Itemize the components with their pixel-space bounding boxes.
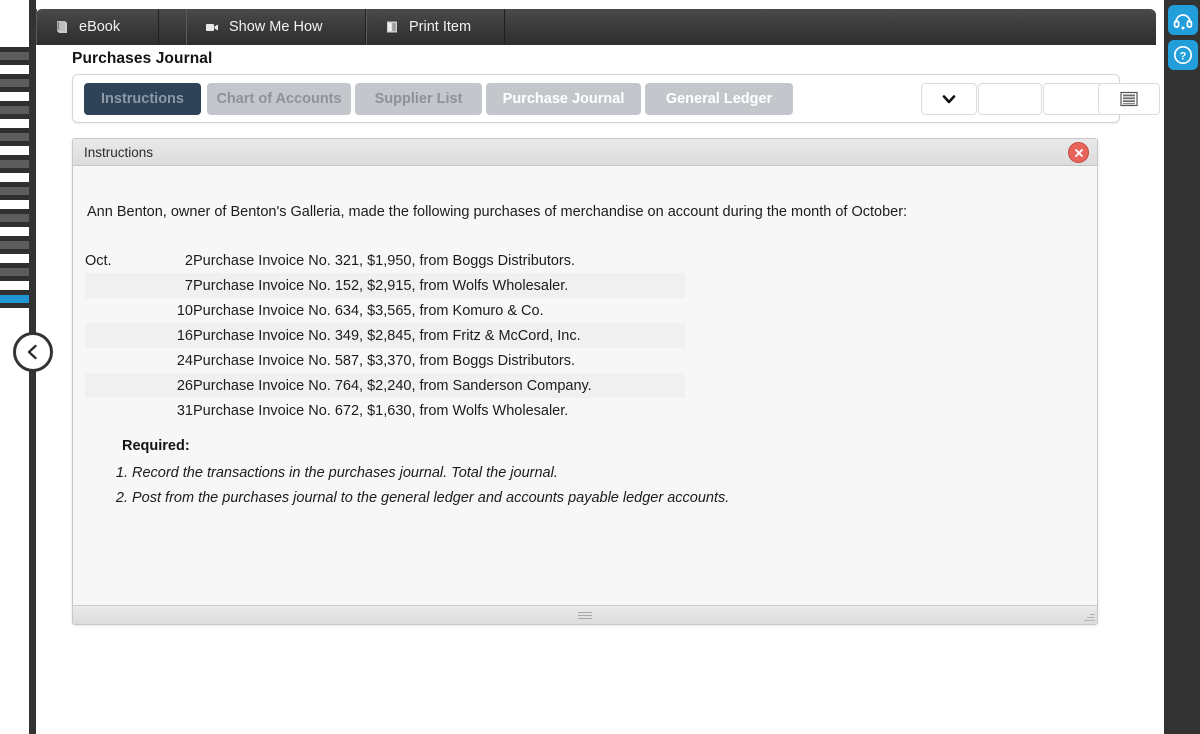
tab-purchase-journal[interactable]: Purchase Journal: [486, 83, 641, 115]
transaction-description: Purchase Invoice No. 634, $3,565, from K…: [193, 302, 544, 319]
video-camera-icon: [206, 24, 218, 31]
tab-label: Purchase Journal: [502, 91, 625, 107]
page-title: Purchases Journal: [72, 50, 213, 67]
sidebar-progress-segment[interactable]: [0, 236, 29, 254]
headset-icon: [1173, 14, 1193, 30]
sidebar-progress-segment[interactable]: [0, 182, 29, 200]
transaction-day: 7: [184, 277, 193, 294]
transaction-row: 7 Purchase Invoice No. 152, $2,915, from …: [85, 273, 685, 298]
tab-supplier-list[interactable]: Supplier List: [355, 83, 482, 115]
transaction-row: 10 Purchase Invoice No. 634, $3,565, from…: [85, 298, 685, 323]
book-icon: [57, 21, 67, 33]
printer-icon: [387, 21, 397, 33]
question-circle-icon: ?: [1173, 45, 1193, 65]
transaction-row: 16 Purchase Invoice No. 349, $2,845, from…: [85, 323, 685, 348]
transaction-day: 26: [176, 377, 193, 394]
sidebar-progress-segment[interactable]: [0, 209, 29, 227]
app-root: eBook Show Me How Print Item Purchases Jou…: [0, 0, 1200, 734]
transaction-month: [85, 398, 153, 423]
transaction-description: Purchase Invoice No. 587, $3,370, from B…: [193, 352, 576, 369]
transaction-day: 31: [176, 402, 193, 419]
tab-general-ledger[interactable]: General Ledger: [645, 83, 793, 115]
intro-paragraph: Ann Benton, owner of Benton's Galleria, …: [87, 204, 908, 220]
transaction-description: Purchase Invoice No. 764, $2,240, from S…: [193, 377, 592, 394]
toolbar-item-label: Print Item: [409, 19, 472, 35]
sidebar-progress-segment[interactable]: [0, 47, 29, 65]
instructions-panel: Instructions Ann Benton, owner of Benton…: [72, 138, 1098, 625]
toolbar-item-label: eBook: [79, 19, 121, 35]
transaction-row: 26 Purchase Invoice No. 764, $2,240, from…: [85, 373, 685, 398]
sidebar-progress-segment[interactable]: [0, 74, 29, 92]
tab-strip: Instructions Chart of Accounts Supplier Li…: [72, 74, 1160, 123]
transaction-month: Oct.: [85, 252, 112, 269]
panel-title: Instructions: [84, 144, 154, 160]
right-rail: ?: [1164, 0, 1200, 734]
blank-button-1[interactable]: [978, 83, 1042, 115]
transaction-row: 31 Purchase Invoice No. 672, $1,630, from…: [85, 398, 685, 423]
chevron-down-button[interactable]: [921, 83, 977, 115]
required-list: Record the transactions in the purchases…: [106, 461, 729, 511]
sidebar-progress-segment[interactable]: [0, 101, 29, 119]
top-toolbar: eBook Show Me How Print Item: [36, 9, 1156, 45]
transaction-day: 16: [176, 327, 193, 344]
sidebar-progress-segment[interactable]: [0, 155, 29, 173]
support-headset-button[interactable]: [1168, 5, 1198, 35]
panel-footer: [73, 605, 1097, 624]
panel-header: Instructions: [73, 139, 1097, 166]
tab-label: General Ledger: [665, 91, 773, 107]
transaction-description: Purchase Invoice No. 349, $2,845, from F…: [193, 327, 581, 344]
toolbar-item-show-me-how[interactable]: Show Me How: [186, 9, 366, 45]
tab-chart-of-accounts[interactable]: Chart of Accounts: [207, 83, 351, 115]
transaction-description: Purchase Invoice No. 152, $2,915, from W…: [193, 277, 569, 294]
transaction-description: Purchase Invoice No. 672, $1,630, from W…: [193, 402, 569, 419]
help-button[interactable]: ?: [1168, 40, 1198, 70]
tab-label: Instructions: [101, 91, 184, 107]
required-item: Record the transactions in the purchases…: [132, 461, 729, 486]
transaction-day: 10: [176, 302, 193, 319]
chevron-left-icon: [16, 342, 50, 362]
transaction-month: [85, 373, 153, 398]
panel-body: Ann Benton, owner of Benton's Galleria, …: [73, 166, 1097, 606]
transaction-row: 24 Purchase Invoice No. 587, $3,370, from…: [85, 348, 685, 373]
tab-label: Chart of Accounts: [216, 91, 342, 107]
transaction-month: [85, 323, 153, 348]
close-panel-button[interactable]: [1068, 142, 1089, 163]
toolbar-item-ebook[interactable]: eBook: [36, 9, 159, 45]
required-heading: Required:: [122, 438, 190, 454]
transactions-table: Oct. 2 Purchase Invoice No. 321, $1,950, f…: [85, 248, 685, 423]
transaction-day: 24: [176, 352, 193, 369]
transaction-description: Purchase Invoice No. 321, $1,950, from B…: [193, 252, 576, 269]
svg-text:?: ?: [1180, 50, 1187, 62]
sidebar-progress-segment[interactable]: [0, 263, 29, 281]
sidebar-progress-segment[interactable]: [0, 128, 29, 146]
toolbar-item-label: Show Me How: [229, 19, 323, 35]
panel-resize-handle[interactable]: [1083, 610, 1096, 623]
transaction-month: [85, 298, 153, 323]
content-sheet: Purchases Journal Instructions Chart of A…: [36, 45, 1160, 734]
sidebar-progress-segment[interactable]: [0, 290, 29, 308]
toolbar-item-print-item[interactable]: Print Item: [366, 9, 505, 45]
list-view-button[interactable]: [1098, 83, 1160, 115]
transaction-row: Oct. 2 Purchase Invoice No. 321, $1,950, f…: [85, 248, 685, 273]
tab-label: Supplier List: [374, 91, 463, 107]
close-icon: [1074, 149, 1083, 157]
list-icon: [1120, 91, 1138, 107]
sidebar-collapse-button[interactable]: [13, 332, 53, 372]
panel-drag-handle[interactable]: [578, 612, 592, 619]
tab-instructions[interactable]: Instructions: [84, 83, 201, 115]
transaction-day: 2: [184, 252, 193, 269]
transaction-month: [85, 273, 153, 298]
chevron-down-icon: [942, 95, 956, 104]
required-item: Post from the purchases journal to the g…: [132, 486, 729, 511]
transaction-month: [85, 348, 153, 373]
